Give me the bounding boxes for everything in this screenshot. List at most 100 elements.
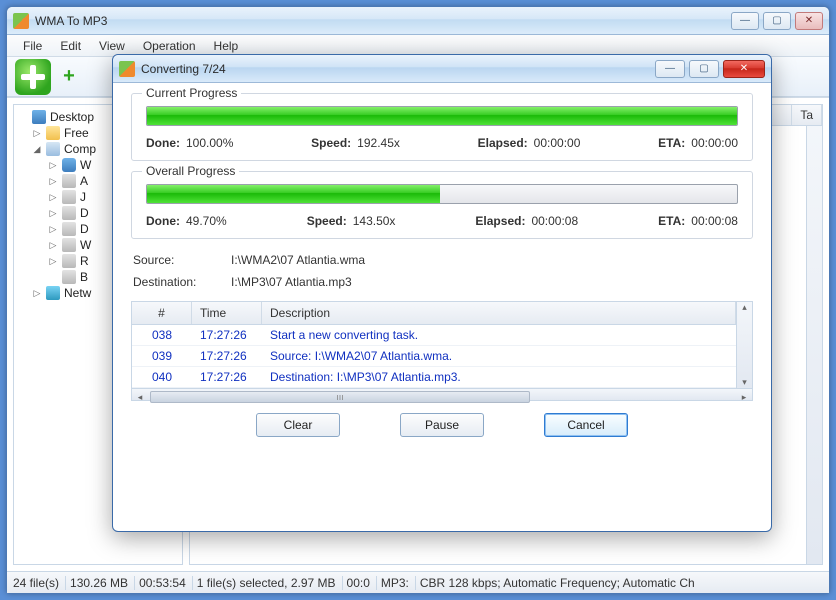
clear-button[interactable]: Clear <box>256 413 340 437</box>
current-elapsed-value: 00:00:00 <box>534 136 581 150</box>
log-time: 17:27:26 <box>192 346 262 366</box>
current-speed-value: 192.45x <box>357 136 400 150</box>
label-speed: Speed: <box>311 136 351 150</box>
log-row[interactable]: 03917:27:26Source: I:\WMA2\07 Atlantia.w… <box>132 346 736 367</box>
label-eta: ETA: <box>658 214 685 228</box>
status-sel-duration: 00:0 <box>347 576 377 590</box>
converting-dialog: Converting 7/24 — ▢ ✕ Current Progress D… <box>112 54 772 532</box>
log-row[interactable]: 03817:27:26Start a new converting task. <box>132 325 736 346</box>
drive-icon <box>62 270 76 284</box>
log-num: 040 <box>132 367 192 387</box>
log-row[interactable]: 04017:27:26Destination: I:\MP3\07 Atlant… <box>132 367 736 388</box>
expand-icon[interactable]: ◢ <box>32 144 42 155</box>
drive-icon <box>62 206 76 220</box>
status-duration: 00:53:54 <box>139 576 193 590</box>
tree-item-label: Desktop <box>50 110 94 124</box>
log-col-time[interactable]: Time <box>192 302 262 324</box>
menu-edit[interactable]: Edit <box>52 37 89 55</box>
col-header[interactable]: Ta <box>792 105 822 125</box>
source-label: Source: <box>133 253 211 267</box>
current-progressbar-fill <box>147 107 737 125</box>
status-size: 130.26 MB <box>70 576 135 590</box>
dialog-close-button[interactable]: ✕ <box>723 60 765 78</box>
cancel-button[interactable]: Cancel <box>544 413 628 437</box>
log-desc: Source: I:\WMA2\07 Atlantia.wma. <box>262 346 736 366</box>
drive-icon <box>62 222 76 236</box>
overall-progressbar <box>146 184 738 204</box>
overall-progress-group: Overall Progress Done:49.70% Speed:143.5… <box>131 171 753 239</box>
dialog-maximize-button[interactable]: ▢ <box>689 60 719 78</box>
app-icon <box>13 13 29 29</box>
label-done: Done: <box>146 136 180 150</box>
menu-file[interactable]: File <box>15 37 50 55</box>
source-value: I:\WMA2\07 Atlantia.wma <box>231 253 365 267</box>
label-elapsed: Elapsed: <box>475 214 525 228</box>
expand-icon[interactable]: ▷ <box>48 240 58 251</box>
folder-icon <box>46 126 60 140</box>
tree-item-label: Free <box>64 126 89 140</box>
file-list-scrollbar[interactable] <box>806 126 822 564</box>
maximize-button[interactable]: ▢ <box>763 12 791 30</box>
log-num: 038 <box>132 325 192 345</box>
log-table: # Time Description 03817:27:26Start a ne… <box>131 301 753 401</box>
log-col-desc[interactable]: Description <box>262 302 736 324</box>
computer-icon <box>46 142 60 156</box>
current-progress-title: Current Progress <box>142 86 241 100</box>
win-icon <box>62 158 76 172</box>
expand-icon[interactable]: ▷ <box>48 160 58 171</box>
close-button[interactable]: ✕ <box>795 12 823 30</box>
status-format: MP3: <box>381 576 416 590</box>
minimize-button[interactable]: — <box>731 12 759 30</box>
dialog-titlebar[interactable]: Converting 7/24 — ▢ ✕ <box>113 55 771 83</box>
log-desc: Start a new converting task. <box>262 325 736 345</box>
expand-icon[interactable]: ▷ <box>48 192 58 203</box>
tree-item-label: Comp <box>64 142 96 156</box>
log-rows: 03817:27:26Start a new converting task.0… <box>132 325 736 388</box>
expand-icon[interactable]: ▷ <box>48 224 58 235</box>
expand-icon[interactable]: ▷ <box>48 176 58 187</box>
label-speed: Speed: <box>307 214 347 228</box>
statusbar: 24 file(s) 130.26 MB 00:53:54 1 file(s) … <box>7 571 829 593</box>
tree-item-label: W <box>80 158 91 172</box>
pause-button[interactable]: Pause <box>400 413 484 437</box>
current-progress-group: Current Progress Done:100.00% Speed:192.… <box>131 93 753 161</box>
drive-icon <box>62 238 76 252</box>
tree-item-label: B <box>80 270 88 284</box>
main-titlebar[interactable]: WMA To MP3 — ▢ ✕ <box>7 7 829 35</box>
expand-icon[interactable]: ▷ <box>32 288 42 299</box>
tree-item-label: R <box>80 254 89 268</box>
destination-value: I:\MP3\07 Atlantia.mp3 <box>231 275 352 289</box>
log-scrollbar-v[interactable]: ▴▾ <box>736 302 752 388</box>
expand-icon[interactable]: ▷ <box>48 256 58 267</box>
log-time: 17:27:26 <box>192 367 262 387</box>
dialog-app-icon <box>119 61 135 77</box>
expand-icon[interactable]: ▷ <box>48 208 58 219</box>
expand-icon[interactable]: ▷ <box>32 128 42 139</box>
tree-item-label: D <box>80 222 89 236</box>
menu-help[interactable]: Help <box>206 37 247 55</box>
menu-view[interactable]: View <box>91 37 133 55</box>
log-num: 039 <box>132 346 192 366</box>
monitor-icon <box>32 110 46 124</box>
tree-item-label: J <box>80 190 86 204</box>
log-time: 17:27:26 <box>192 325 262 345</box>
add-small-button[interactable]: + <box>59 67 79 87</box>
menu-operation[interactable]: Operation <box>135 37 204 55</box>
tree-item-label: W <box>80 238 91 252</box>
drive-icon <box>62 190 76 204</box>
tree-item-label: A <box>80 174 88 188</box>
dialog-minimize-button[interactable]: — <box>655 60 685 78</box>
status-encoding: CBR 128 kbps; Automatic Frequency; Autom… <box>420 576 701 590</box>
label-done: Done: <box>146 214 180 228</box>
add-files-button[interactable] <box>15 59 51 95</box>
main-title: WMA To MP3 <box>35 14 725 28</box>
status-selected: 1 file(s) selected, 2.97 MB <box>197 576 343 590</box>
overall-progressbar-fill <box>147 185 440 203</box>
log-scrollbar-h[interactable]: ◂ ııı ▸ <box>132 388 752 400</box>
log-col-num[interactable]: # <box>132 302 192 324</box>
dialog-title: Converting 7/24 <box>141 62 649 76</box>
label-elapsed: Elapsed: <box>478 136 528 150</box>
current-eta-value: 00:00:00 <box>691 136 738 150</box>
label-eta: ETA: <box>658 136 685 150</box>
current-done-value: 100.00% <box>186 136 233 150</box>
